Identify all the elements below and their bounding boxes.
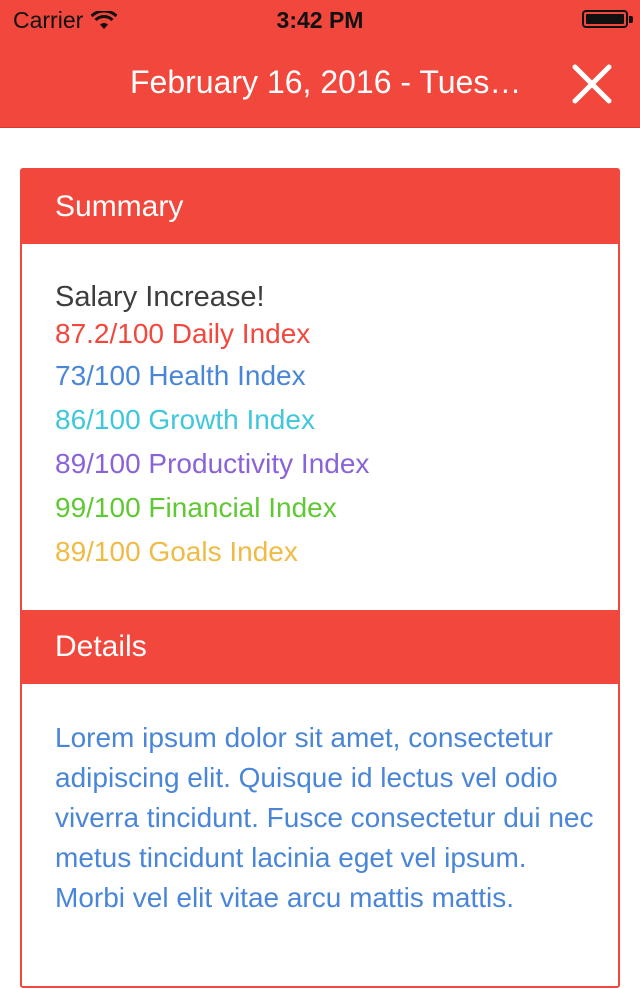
close-icon <box>572 64 612 104</box>
summary-header: Summary <box>22 170 618 244</box>
day-summary-card: Summary Salary Increase! 87.2/100 Daily … <box>20 168 620 988</box>
daily-index: 87.2/100 Daily Index <box>55 318 311 349</box>
details-text: Lorem ipsum dolor sit amet, consectetur … <box>55 722 594 913</box>
goals-index: 89/100 Goals Index <box>55 536 298 567</box>
nav-title: February 16, 2016 - Tuesday <box>130 64 525 100</box>
summary-body: Salary Increase! 87.2/100 Daily Index 73… <box>55 280 605 574</box>
battery-icon <box>582 10 628 28</box>
status-bar: Carrier 3:42 PM <box>0 0 640 40</box>
summary-headline: Salary Increase! <box>55 281 265 313</box>
productivity-index: 89/100 Productivity Index <box>55 448 370 479</box>
details-header-label: Details <box>55 630 147 663</box>
summary-header-label: Summary <box>55 190 184 223</box>
close-button[interactable] <box>570 62 614 106</box>
details-header: Details <box>22 610 618 684</box>
status-time: 3:42 PM <box>276 7 364 33</box>
battery-tip <box>629 16 633 23</box>
health-index: 73/100 Health Index <box>55 360 306 391</box>
financial-index: 99/100 Financial Index <box>55 492 337 523</box>
growth-index: 86/100 Growth Index <box>55 404 315 435</box>
navigation-bar: February 16, 2016 - Tuesday <box>0 40 640 128</box>
